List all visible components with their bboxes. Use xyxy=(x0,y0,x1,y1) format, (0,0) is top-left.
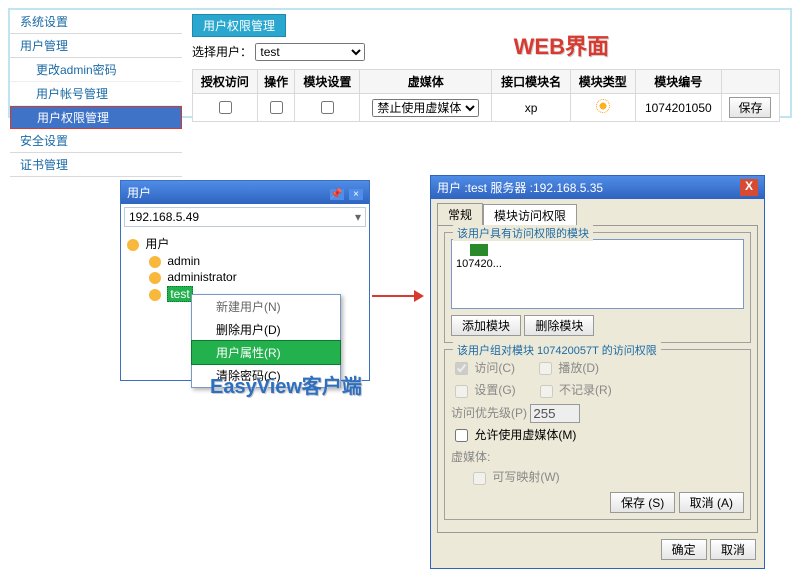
users-icon xyxy=(127,239,139,251)
cancel-button[interactable]: 取消 xyxy=(710,539,756,560)
save-button[interactable]: 保存 (S) xyxy=(610,492,675,513)
dialog-titlebar: 用户 :test 服务器 :192.168.5.35 X xyxy=(431,176,764,199)
label-priority: 访问优先级(P) xyxy=(451,406,527,420)
main-area: 用户权限管理 WEB界面 选择用户： test 授权访问 操作 模块设置 虚媒体… xyxy=(182,10,790,116)
dialog-tabs: 常规 模块访问权限 xyxy=(437,203,758,225)
tree-item-administrator[interactable]: administrator xyxy=(127,269,363,285)
tab-general[interactable]: 常规 xyxy=(437,203,483,225)
select-user-row: 选择用户： test xyxy=(192,43,780,61)
gear-icon xyxy=(596,99,610,113)
web-annotation-label: WEB界面 xyxy=(513,28,610,62)
user-icon xyxy=(149,256,161,268)
properties-dialog: 用户 :test 服务器 :192.168.5.35 X 常规 模块访问权限 该… xyxy=(430,175,765,569)
close-icon[interactable]: × xyxy=(349,189,363,200)
checkbox-auth[interactable] xyxy=(219,101,232,114)
label-config: 设置(G) xyxy=(474,383,515,397)
delete-module-button[interactable]: 删除模块 xyxy=(524,315,594,336)
th-modid: 模块编号 xyxy=(635,70,721,94)
ev-title: 用户 xyxy=(127,184,151,201)
sidebar-item-change-admin-pw[interactable]: 更改admin密码 xyxy=(10,58,182,82)
label-vm: 虚媒体: xyxy=(451,448,744,465)
user-icon xyxy=(149,272,161,284)
dialog-body: 该用户具有访问权限的模块 107420... 添加模块 删除模块 该用户组对模块… xyxy=(437,225,758,533)
select-user-label: 选择用户： xyxy=(192,45,252,59)
chevron-down-icon[interactable]: ▾ xyxy=(355,210,361,224)
pin-icon[interactable]: 📌 xyxy=(330,189,344,200)
ev-body: 用户 admin administrator test 新建用户(N) 删除用户… xyxy=(121,230,369,380)
select-user-dropdown[interactable]: test xyxy=(255,43,365,61)
dialog-title: 用户 :test 服务器 :192.168.5.35 xyxy=(437,179,603,196)
sidebar-item-system[interactable]: 系统设置 xyxy=(10,10,182,34)
module-item[interactable]: 107420... xyxy=(456,244,502,270)
label-broadcast: 播放(D) xyxy=(558,361,599,375)
cell-iface: xp xyxy=(492,94,571,122)
tree-root-label: 用户 xyxy=(145,237,169,251)
priority-spinner xyxy=(530,404,580,423)
web-panel: 系统设置 用户管理 更改admin密码 用户帐号管理 用户权限管理 安全设置 证… xyxy=(8,8,792,118)
cancel-inner-button[interactable]: 取消 (A) xyxy=(679,492,744,513)
easyview-window: 用户 📌 × 192.168.5.49 ▾ 用户 admin administr… xyxy=(120,180,370,381)
checkbox-broadcast xyxy=(539,362,552,375)
label-writable: 可写映射(W) xyxy=(492,470,559,484)
user-icon xyxy=(149,289,161,301)
permissions-table: 授权访问 操作 模块设置 虚媒体 接口模块名 模块类型 模块编号 禁止使用虚媒体… xyxy=(192,69,780,122)
group-title-1: 该用户具有访问权限的模块 xyxy=(453,225,593,241)
ok-button[interactable]: 确定 xyxy=(661,539,707,560)
table-row: 禁止使用虚媒体 xp 1074201050 保存 xyxy=(193,94,780,122)
th-modtype: 模块类型 xyxy=(570,70,635,94)
module-list[interactable]: 107420... xyxy=(451,239,744,309)
group-module-permissions: 该用户组对模块 107420057T 的访问权限 访问(C) 播放(D) 设置(… xyxy=(444,349,751,520)
th-modcfg: 模块设置 xyxy=(295,70,360,94)
sidebar: 系统设置 用户管理 更改admin密码 用户帐号管理 用户权限管理 安全设置 证… xyxy=(10,10,182,116)
ctx-new-user[interactable]: 新建用户(N) xyxy=(192,295,340,318)
save-row-button[interactable]: 保存 xyxy=(729,97,771,118)
checkbox-config xyxy=(455,385,468,398)
label-allow-vm: 允许使用虚媒体(M) xyxy=(474,428,576,442)
vm-select[interactable]: 禁止使用虚媒体 xyxy=(372,99,479,117)
sidebar-item-account-mgmt[interactable]: 用户帐号管理 xyxy=(10,82,182,106)
sidebar-item-cert[interactable]: 证书管理 xyxy=(10,153,182,177)
module-label: 107420... xyxy=(456,258,502,270)
ctx-delete-user[interactable]: 删除用户(D) xyxy=(192,318,340,341)
tree-root[interactable]: 用户 xyxy=(127,234,363,253)
th-save xyxy=(721,70,779,94)
arrow-annotation xyxy=(372,295,422,297)
add-module-button[interactable]: 添加模块 xyxy=(451,315,521,336)
group-title-2: 该用户组对模块 107420057T 的访问权限 xyxy=(453,342,661,358)
ev-titlebar: 用户 📌 × xyxy=(121,181,369,204)
th-auth: 授权访问 xyxy=(193,70,258,94)
th-op: 操作 xyxy=(257,70,295,94)
group-accessible-modules: 该用户具有访问权限的模块 107420... 添加模块 删除模块 xyxy=(444,232,751,343)
sidebar-item-security[interactable]: 安全设置 xyxy=(10,129,182,153)
sidebar-item-permission-mgmt[interactable]: 用户权限管理 xyxy=(10,106,182,129)
address-bar[interactable]: 192.168.5.49 ▾ xyxy=(124,207,366,227)
tree-label-selected: test xyxy=(167,286,192,302)
th-vm: 虚媒体 xyxy=(360,70,492,94)
checkbox-modcfg[interactable] xyxy=(321,101,334,114)
close-icon[interactable]: X xyxy=(740,179,758,196)
checkbox-writable xyxy=(473,472,486,485)
checkbox-norecord xyxy=(540,385,553,398)
checkbox-op[interactable] xyxy=(270,101,283,114)
cell-modid: 1074201050 xyxy=(635,94,721,122)
tree-label: admin xyxy=(167,254,200,268)
easyview-annotation-label: EasyView客户端 xyxy=(210,370,362,399)
label-norecord: 不记录(R) xyxy=(559,383,612,397)
sidebar-item-user[interactable]: 用户管理 xyxy=(10,34,182,58)
checkbox-allow-vm[interactable] xyxy=(455,429,468,442)
module-icon xyxy=(470,244,488,256)
address-text: 192.168.5.49 xyxy=(129,210,199,224)
tree-item-admin[interactable]: admin xyxy=(127,253,363,269)
th-iface: 接口模块名 xyxy=(492,70,571,94)
ctx-user-properties[interactable]: 用户属性(R) xyxy=(191,340,341,365)
label-access: 访问(C) xyxy=(474,361,515,375)
tab-module-access[interactable]: 模块访问权限 xyxy=(483,204,577,226)
tree-label: administrator xyxy=(167,270,236,284)
section-title: 用户权限管理 xyxy=(192,14,286,37)
checkbox-access xyxy=(455,362,468,375)
